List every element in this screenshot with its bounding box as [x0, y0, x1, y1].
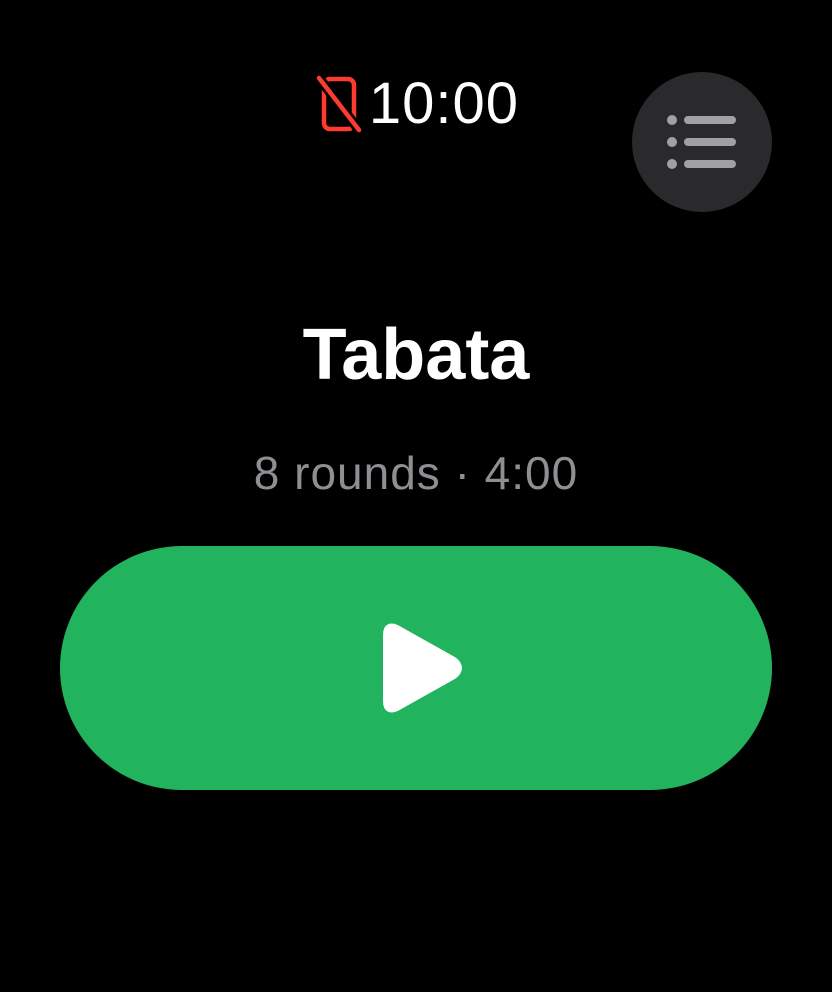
- status-inner: 10:00: [314, 71, 520, 136]
- menu-button[interactable]: [632, 72, 772, 212]
- workout-title: Tabata: [302, 315, 530, 395]
- list-icon: [667, 115, 736, 169]
- workout-subtitle: 8 rounds · 4:00: [253, 447, 579, 499]
- start-workout-button[interactable]: [60, 546, 772, 790]
- clock-time: 10:00: [368, 71, 520, 136]
- play-icon: [383, 623, 462, 713]
- iphone-disconnected-icon: [314, 74, 363, 134]
